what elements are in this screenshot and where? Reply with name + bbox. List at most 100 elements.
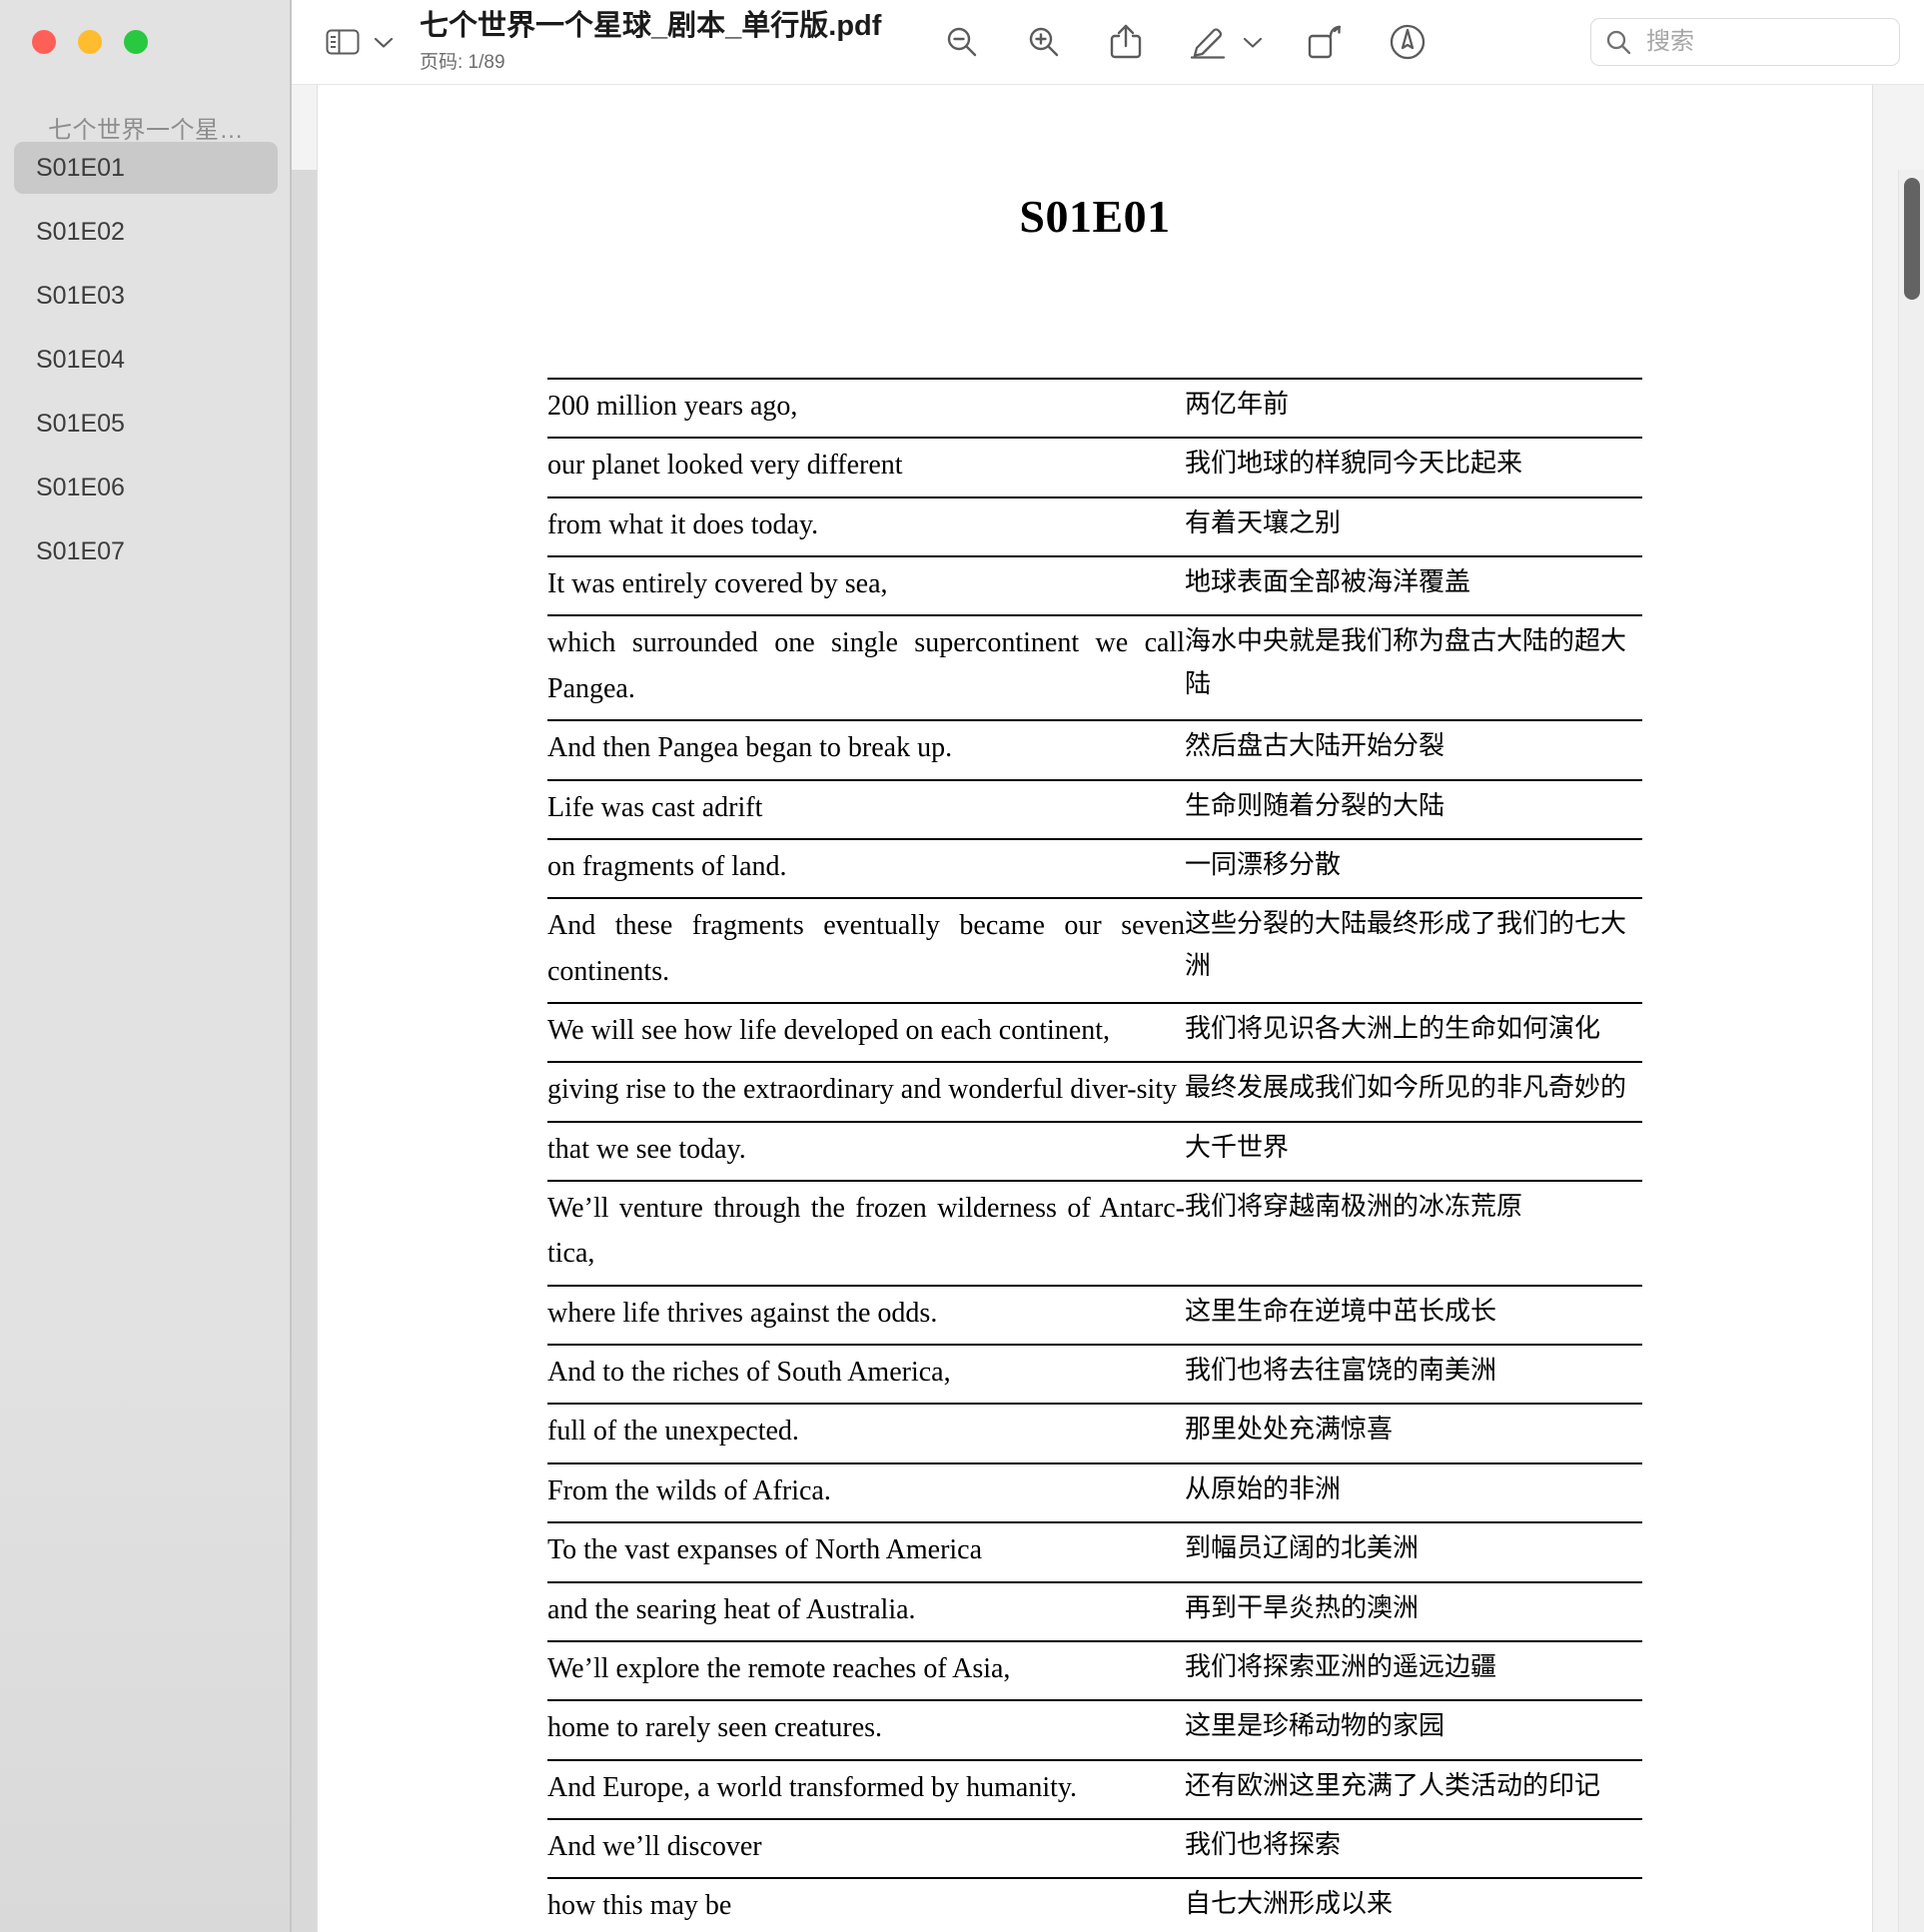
subtitle-zh-cell: 海水中央就是我们称为盘古大陆的超大陆 xyxy=(1185,614,1642,721)
subtitle-en-cell: We will see how life developed on each c… xyxy=(547,1001,1185,1063)
table-row: And then Pangea began to break up. 然后盘古大陆… xyxy=(547,719,1642,780)
table-row: We will see how life developed on each c… xyxy=(547,1001,1642,1063)
subtitle-en-cell: To the vast expanses of North America xyxy=(547,1521,1185,1582)
search-icon xyxy=(1605,29,1632,56)
zoom-in-icon[interactable] xyxy=(1021,19,1067,65)
subtitle-zh-cell: 这里生命在逆境中茁长成长 xyxy=(1185,1284,1642,1346)
sidebar-title: 七个世界一个星… xyxy=(48,117,244,144)
sidebar: 七个世界一个星… S01E01 S01E02 S01E03 S01E04 S01… xyxy=(0,0,292,1932)
scrollbar-thumb[interactable] xyxy=(1904,178,1920,300)
preview-window: 七个世界一个星… S01E01 S01E02 S01E03 S01E04 S01… xyxy=(0,0,1924,1932)
subtitle-en-cell: And Europe, a world transformed by human… xyxy=(547,1758,1185,1819)
sidebar-item-s01e07[interactable]: S01E07 xyxy=(14,525,278,577)
table-row: our planet looked very different 我们地球的样貌同… xyxy=(547,437,1642,497)
subtitle-en-cell: It was entirely covered by sea, xyxy=(547,555,1185,616)
subtitle-en-cell: home to rarely seen creatures. xyxy=(547,1699,1185,1760)
subtitle-en-cell: And then Pangea began to break up. xyxy=(547,719,1185,780)
table-row: home to rarely seen creatures. 这里是珍稀动物的家园 xyxy=(547,1699,1642,1760)
subtitle-table: 200 million years ago, 两亿年前 our planet loo… xyxy=(547,377,1642,1932)
toolbar-actions xyxy=(939,19,1431,65)
subtitle-en-cell: Life was cast adrift xyxy=(547,778,1185,839)
table-row: 200 million years ago, 两亿年前 xyxy=(547,377,1642,439)
share-icon[interactable] xyxy=(1103,19,1149,65)
subtitle-en-cell: how this may be xyxy=(547,1877,1185,1932)
toolbar-divider xyxy=(292,84,1924,85)
sidebar-item-s01e04[interactable]: S01E04 xyxy=(14,334,278,386)
markup-pen-icon[interactable] xyxy=(1185,19,1231,65)
table-row: And to the riches of South America, 我们也将去… xyxy=(547,1344,1642,1405)
subtitle-zh-cell: 大千世界 xyxy=(1185,1120,1642,1182)
subtitle-en-cell: on fragments of land. xyxy=(547,837,1185,899)
table-row: And Europe, a world transformed by human… xyxy=(547,1758,1642,1819)
table-row: on fragments of land. 一同漂移分散 xyxy=(547,837,1642,899)
subtitle-en-cell: giving rise to the extraordinary and won… xyxy=(547,1061,1185,1122)
subtitle-en-cell: that we see today. xyxy=(547,1120,1185,1182)
sidebar-toggle-group[interactable] xyxy=(320,19,398,65)
minimize-window-button[interactable] xyxy=(78,30,102,54)
chevron-down-icon[interactable] xyxy=(370,19,398,65)
table-row: And these fragments eventually became ou… xyxy=(547,897,1642,1003)
subtitle-en-cell: 200 million years ago, xyxy=(547,377,1185,439)
sidebar-item-label: S01E02 xyxy=(36,217,125,246)
close-window-button[interactable] xyxy=(32,30,56,54)
search-input[interactable] xyxy=(1644,27,1885,57)
table-row: how this may be 自七大洲形成以来 xyxy=(547,1877,1642,1932)
table-row: and the searing heat of Australia. 再到干旱炎热… xyxy=(547,1580,1642,1641)
subtitle-zh-cell: 这里是珍稀动物的家园 xyxy=(1185,1699,1642,1760)
sidebar-item-s01e03[interactable]: S01E03 xyxy=(14,270,278,322)
sidebar-item-label: S01E01 xyxy=(36,153,125,182)
subtitle-zh-cell: 从原始的非洲 xyxy=(1185,1461,1642,1523)
main-pane: 七个世界一个星球_剧本_单行版.pdf 页码: 1/89 搜索 S01E01 2… xyxy=(292,0,1924,1932)
table-row: full of the unexpected. 那里处处充满惊喜 xyxy=(547,1403,1642,1463)
table-row: which surrounded one single supercontine… xyxy=(547,614,1642,721)
subtitle-zh-cell: 最终发展成我们如今所见的非凡奇妙的 xyxy=(1185,1061,1642,1122)
subtitle-zh-cell: 地球表面全部被海洋覆盖 xyxy=(1185,555,1642,616)
chevron-down-icon[interactable] xyxy=(1239,19,1267,65)
sidebar-item-label: S01E06 xyxy=(36,473,125,501)
document-scroll-area[interactable]: S01E01 200 million years ago, 两亿年前 our pla… xyxy=(292,85,1924,1932)
pdf-page: S01E01 200 million years ago, 两亿年前 our pla… xyxy=(318,85,1872,1932)
subtitle-en-cell: from what it does today. xyxy=(547,495,1185,557)
search-wrapper xyxy=(1590,18,1900,66)
subtitle-zh-cell: 然后盘古大陆开始分裂 xyxy=(1185,719,1642,780)
table-row: where life thrives against the odds. 这里生命… xyxy=(547,1284,1642,1346)
subtitle-zh-cell: 我们也将去往富饶的南美洲 xyxy=(1185,1344,1642,1405)
sidebar-item-list: S01E01 S01E02 S01E03 S01E04 S01E05 S01E0… xyxy=(14,142,278,589)
subtitle-en-cell: From the wilds of Africa. xyxy=(547,1461,1185,1523)
rotate-left-icon[interactable] xyxy=(1303,19,1349,65)
sidebar-item-s01e02[interactable]: S01E02 xyxy=(14,206,278,258)
subtitle-en-cell: We’ll explore the remote reaches of Asia… xyxy=(547,1639,1185,1701)
subtitle-zh-cell: 有着天壤之别 xyxy=(1185,495,1642,557)
subtitle-zh-cell: 两亿年前 xyxy=(1185,377,1642,439)
page-heading: S01E01 xyxy=(1019,191,1171,242)
search-field[interactable] xyxy=(1590,18,1900,66)
window-controls xyxy=(32,30,148,54)
sidebar-item-label: S01E03 xyxy=(36,281,125,310)
subtitle-en-cell: and the searing heat of Australia. xyxy=(547,1580,1185,1641)
subtitle-zh-cell: 那里处处充满惊喜 xyxy=(1185,1403,1642,1463)
vertical-scrollbar[interactable] xyxy=(1898,170,1924,1932)
annotate-circle-icon[interactable] xyxy=(1385,19,1431,65)
sidebar-item-s01e06[interactable]: S01E06 xyxy=(14,462,278,513)
maximize-window-button[interactable] xyxy=(124,30,148,54)
sidebar-icon[interactable] xyxy=(320,19,366,65)
subtitle-en-cell: And we’ll discover xyxy=(547,1817,1185,1879)
sidebar-item-label: S01E05 xyxy=(36,409,125,438)
subtitle-zh-cell: 这些分裂的大陆最终形成了我们的七大洲 xyxy=(1185,897,1642,1003)
sidebar-item-label: S01E04 xyxy=(36,345,125,374)
markup-group xyxy=(1185,19,1267,65)
toolbar: 七个世界一个星球_剧本_单行版.pdf 页码: 1/89 xyxy=(292,0,1924,85)
subtitle-en-cell: which surrounded one single supercontine… xyxy=(547,614,1185,721)
table-row: From the wilds of Africa. 从原始的非洲 xyxy=(547,1461,1642,1523)
subtitle-table-body: 200 million years ago, 两亿年前 our planet loo… xyxy=(547,377,1642,1932)
subtitle-zh-cell: 再到干旱炎热的澳洲 xyxy=(1185,1580,1642,1641)
table-row: from what it does today. 有着天壤之别 xyxy=(547,495,1642,557)
table-row: We’ll venture through the frozen wildern… xyxy=(547,1180,1642,1286)
page-count-label: 页码: 1/89 xyxy=(420,52,505,74)
sidebar-item-s01e05[interactable]: S01E05 xyxy=(14,398,278,450)
subtitle-en-cell: full of the unexpected. xyxy=(547,1403,1185,1463)
zoom-out-icon[interactable] xyxy=(939,19,985,65)
sidebar-item-s01e01[interactable]: S01E01 xyxy=(14,142,278,194)
sidebar-gradient-overlay xyxy=(0,1313,292,1932)
page-left-gutter xyxy=(292,170,318,1932)
